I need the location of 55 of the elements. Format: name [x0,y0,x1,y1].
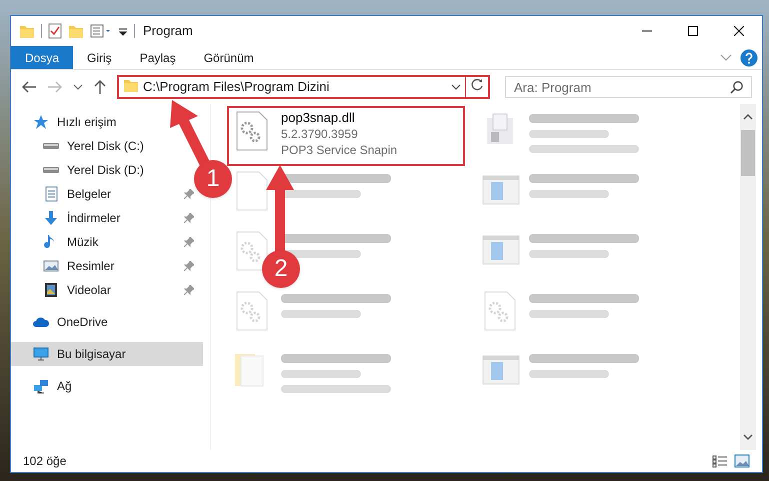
sidebar-item[interactable]: Yerel Disk (C:) [11,134,148,158]
search-field[interactable]: Ara: Program [505,76,752,98]
ribbon-tab[interactable]: Paylaş [126,46,190,69]
star-icon [33,114,49,130]
sidebar-item[interactable]: Videolar [11,278,115,302]
file-item[interactable]: pop3snap.dll 5.2.3790.3959 POP3 Service Snapin [229,108,463,164]
file-name: pop3snap.dll [281,110,356,126]
window-title: Program [143,22,193,40]
large-icons-view-icon[interactable] [734,454,750,468]
drive-icon [43,143,59,149]
back-icon[interactable] [21,80,37,94]
pin-icon [184,213,194,223]
pin-icon [184,237,194,247]
file-detail: 5.2.3790.3959 [281,126,359,142]
ribbon-tab[interactable]: Giriş [73,46,126,69]
picture-icon [43,258,59,274]
sidebar-item[interactable]: Yerel Disk (D:) [11,158,148,182]
details-view-icon[interactable] [712,454,728,468]
refresh-icon[interactable] [470,78,484,92]
drive-icon [43,167,59,173]
sidebar-item[interactable]: Hızlı erişim [11,110,120,134]
download-icon [43,210,59,226]
ribbon-tab[interactable]: Görünüm [190,46,268,69]
checklist-icon[interactable] [48,23,62,39]
item-count: 102 öğe [23,453,66,470]
network-icon [33,378,49,394]
scrollbar-thumb[interactable] [741,130,755,176]
ribbon-tab[interactable]: Dosya [11,46,74,69]
help-icon[interactable] [740,48,758,66]
pin-icon [184,189,194,199]
pin-icon [184,285,194,295]
document-icon [43,186,59,202]
folder-icon [19,23,35,39]
monitor-icon [33,346,49,362]
sidebar-item[interactable]: OneDrive [11,310,112,334]
sidebar-item[interactable]: Müzik [11,230,102,254]
search-icon[interactable] [730,80,744,94]
chevron-down-icon[interactable] [451,83,461,91]
sidebar-item[interactable]: Belgeler [11,182,116,206]
scroll-up-icon[interactable] [743,113,753,121]
file-detail: POP3 Service Snapin [281,142,398,158]
properties-icon[interactable] [90,23,112,39]
address-path: C:\Program Files\Program Dizini [143,78,330,96]
close-icon[interactable] [734,26,744,36]
chevron-down-icon[interactable] [73,83,83,91]
film-icon [43,282,59,298]
address-bar[interactable]: C:\Program Files\Program Dizini [117,75,490,99]
pin-icon [184,261,194,271]
sidebar-item[interactable]: İndirmeler [11,206,124,230]
sidebar-item[interactable]: Resimler [11,254,118,278]
sidebar-item[interactable]: Ağ [11,374,76,398]
maximize-icon[interactable] [688,26,698,36]
scroll-down-icon[interactable] [743,433,753,441]
sidebar-item[interactable]: Bu bilgisayar [11,342,203,366]
up-icon[interactable] [93,79,107,95]
